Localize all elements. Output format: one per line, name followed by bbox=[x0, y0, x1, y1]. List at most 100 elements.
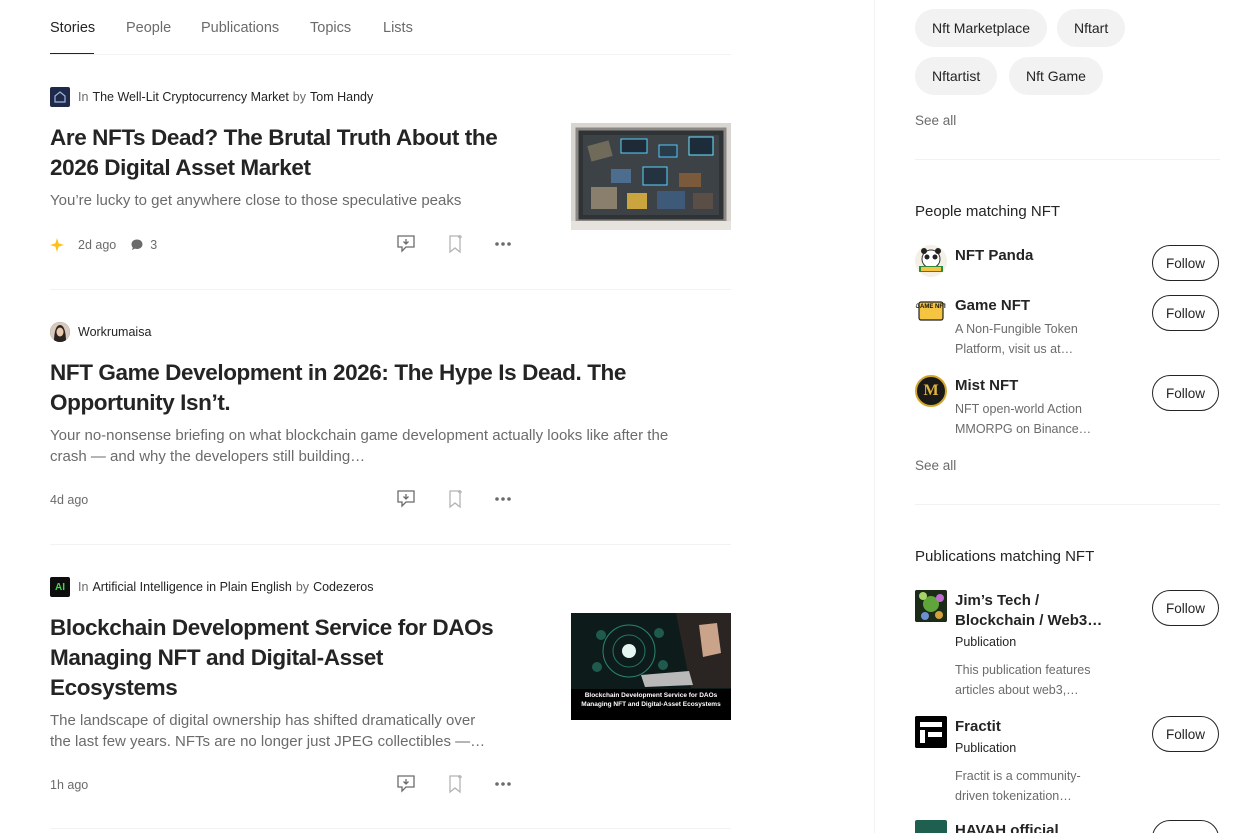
comment-count: 3 bbox=[150, 238, 158, 252]
tab-topics[interactable]: Topics bbox=[310, 20, 351, 36]
story-meta: AI In Artificial Intelligence in Plain E… bbox=[50, 577, 374, 597]
see-all-people-link[interactable]: See all bbox=[915, 458, 956, 473]
publication-name[interactable]: HAVAH official bbox=[955, 821, 1059, 833]
publication-description: Fractit is a community- driven tokenizat… bbox=[955, 766, 1105, 806]
story-meta: In The Well-Lit Cryptocurrency Market by… bbox=[50, 87, 373, 107]
person-bio: A Non-Fungible Token Platform, visit us … bbox=[955, 319, 1105, 359]
person-name[interactable]: Game NFT bbox=[955, 296, 1030, 316]
story-thumbnail[interactable] bbox=[571, 123, 731, 230]
author-link[interactable]: Workrumaisa bbox=[78, 325, 151, 339]
topic-chip[interactable]: Nft Game bbox=[1009, 57, 1103, 95]
story-subtitle-line: Your no-nonsense briefing on what blockc… bbox=[50, 427, 669, 444]
thumbnail-caption-line: Managing NFT and Digital-Asset Ecosystem… bbox=[581, 701, 721, 708]
person-row: GAME NFT Game NFT A Non-Fungible Token P… bbox=[915, 295, 1220, 365]
person-row: NFT Panda Follow bbox=[915, 245, 1220, 285]
publication-row: HAVAH official bbox=[915, 820, 1220, 833]
story-actions bbox=[395, 773, 515, 795]
tab-people[interactable]: People bbox=[126, 20, 171, 36]
publication-avatar[interactable] bbox=[915, 820, 947, 833]
show-less-icon[interactable] bbox=[395, 773, 417, 795]
topic-chip[interactable]: Nftart bbox=[1057, 9, 1126, 47]
avatar[interactable]: GAME NFT bbox=[915, 295, 947, 327]
story-thumbnail[interactable]: Blockchain Development Service for DAOs … bbox=[571, 613, 731, 720]
author-avatar[interactable] bbox=[50, 322, 70, 342]
story-title-line: Managing NFT and Digital-Asset bbox=[50, 645, 384, 670]
follow-button[interactable] bbox=[1152, 820, 1219, 833]
publication-row: Fractit Publication Fractit is a communi… bbox=[915, 716, 1220, 808]
story-title[interactable]: Are NFTs Dead? The Brutal Truth About th… bbox=[50, 123, 498, 183]
follow-button[interactable]: Follow bbox=[1152, 716, 1219, 752]
avatar[interactable]: M bbox=[915, 375, 947, 407]
story-footer: 2d ago 3 bbox=[50, 235, 157, 255]
show-less-icon[interactable] bbox=[395, 488, 417, 510]
publication-link[interactable]: Artificial Intelligence in Plain English bbox=[92, 580, 291, 594]
publication-logo-icon[interactable] bbox=[50, 87, 70, 107]
publication-link[interactable]: The Well-Lit Cryptocurrency Market bbox=[92, 90, 288, 104]
thumbnail-caption: Blockchain Development Service for DAOs … bbox=[571, 691, 731, 709]
story-subtitle: Your no-nonsense briefing on what blockc… bbox=[50, 425, 731, 467]
publish-date: 2d ago bbox=[78, 238, 117, 252]
story-footer: 4d ago bbox=[50, 490, 88, 510]
person-name[interactable]: NFT Panda bbox=[955, 246, 1033, 266]
sidebar: Nft Marketplace Nftart Nftartist Nft Gam… bbox=[915, 0, 1220, 833]
story-divider bbox=[50, 828, 731, 829]
tab-publications[interactable]: Publications bbox=[201, 20, 279, 36]
story-title[interactable]: NFT Game Development in 2026: The Hype I… bbox=[50, 358, 626, 418]
publications-section-heading: Publications matching NFT bbox=[915, 548, 1095, 565]
publication-name[interactable]: Jim’s Tech / Blockchain / Web3… bbox=[955, 591, 1102, 631]
publication-name-line: Blockchain / Web3… bbox=[955, 612, 1103, 629]
comment-icon[interactable] bbox=[130, 238, 144, 252]
people-section-heading: People matching NFT bbox=[915, 203, 1061, 220]
story-subtitle-line: crash — and why the developers still bui… bbox=[50, 448, 366, 465]
follow-button[interactable]: Follow bbox=[1152, 245, 1219, 281]
bookmark-icon[interactable] bbox=[444, 233, 466, 255]
story-card: In The Well-Lit Cryptocurrency Market by… bbox=[50, 87, 731, 290]
story-title-line: 2026 Digital Asset Market bbox=[50, 155, 311, 180]
bookmark-icon[interactable] bbox=[444, 773, 466, 795]
follow-button[interactable]: Follow bbox=[1152, 295, 1219, 331]
active-tab-indicator bbox=[50, 53, 94, 54]
topic-chip[interactable]: Nft Marketplace bbox=[915, 9, 1048, 47]
by-label: by bbox=[295, 580, 310, 594]
avatar-text: M bbox=[923, 382, 939, 399]
story-card: AI In Artificial Intelligence in Plain E… bbox=[50, 577, 731, 829]
publication-description-line: articles about web3,… bbox=[955, 683, 1079, 697]
person-name[interactable]: Mist NFT bbox=[955, 376, 1018, 396]
more-options-icon[interactable] bbox=[492, 773, 514, 795]
publication-type-label: Publication bbox=[955, 741, 1017, 755]
publication-avatar[interactable] bbox=[915, 716, 947, 748]
see-all-topics-link[interactable]: See all bbox=[915, 113, 956, 128]
person-bio-line: A Non-Fungible Token bbox=[955, 322, 1078, 336]
publication-avatar[interactable] bbox=[915, 590, 947, 622]
more-options-icon[interactable] bbox=[492, 488, 514, 510]
story-title-line: NFT Game Development in 2026: The Hype I… bbox=[50, 360, 627, 385]
person-row: M Mist NFT NFT open-world Action MMORPG … bbox=[915, 375, 1220, 445]
author-link[interactable]: Tom Handy bbox=[310, 90, 373, 104]
story-subtitle: The landscape of digital ownership has s… bbox=[50, 710, 520, 752]
tab-lists[interactable]: Lists bbox=[383, 20, 413, 36]
show-less-icon[interactable] bbox=[395, 233, 417, 255]
publication-name[interactable]: Fractit bbox=[955, 717, 1001, 737]
story-actions bbox=[395, 488, 515, 510]
publication-logo-icon[interactable]: AI bbox=[50, 577, 70, 597]
story-footer: 1h ago bbox=[50, 775, 88, 795]
avatar-text: GAME NFT bbox=[915, 304, 947, 310]
story-card: Workrumaisa NFT Game Development in 2026… bbox=[50, 322, 731, 545]
stories-feed: Stories People Publications Topics Lists… bbox=[50, 0, 731, 833]
avatar[interactable] bbox=[915, 245, 947, 277]
person-bio-line: Platform, visit us at… bbox=[955, 342, 1074, 356]
publish-date: 1h ago bbox=[50, 778, 89, 792]
in-label: In bbox=[78, 90, 89, 104]
bookmark-icon[interactable] bbox=[444, 488, 466, 510]
more-options-icon[interactable] bbox=[492, 233, 514, 255]
person-bio-line: NFT open-world Action bbox=[955, 402, 1082, 416]
follow-button[interactable]: Follow bbox=[1152, 375, 1219, 411]
story-actions bbox=[395, 233, 515, 255]
story-title[interactable]: Blockchain Development Service for DAOs … bbox=[50, 613, 494, 703]
follow-button[interactable]: Follow bbox=[1152, 590, 1219, 626]
story-meta: Workrumaisa bbox=[50, 322, 151, 342]
author-link[interactable]: Codezeros bbox=[313, 580, 373, 594]
story-title-line: Opportunity Isn’t. bbox=[50, 390, 231, 415]
tab-stories[interactable]: Stories bbox=[50, 20, 95, 36]
topic-chip[interactable]: Nftartist bbox=[915, 57, 998, 95]
